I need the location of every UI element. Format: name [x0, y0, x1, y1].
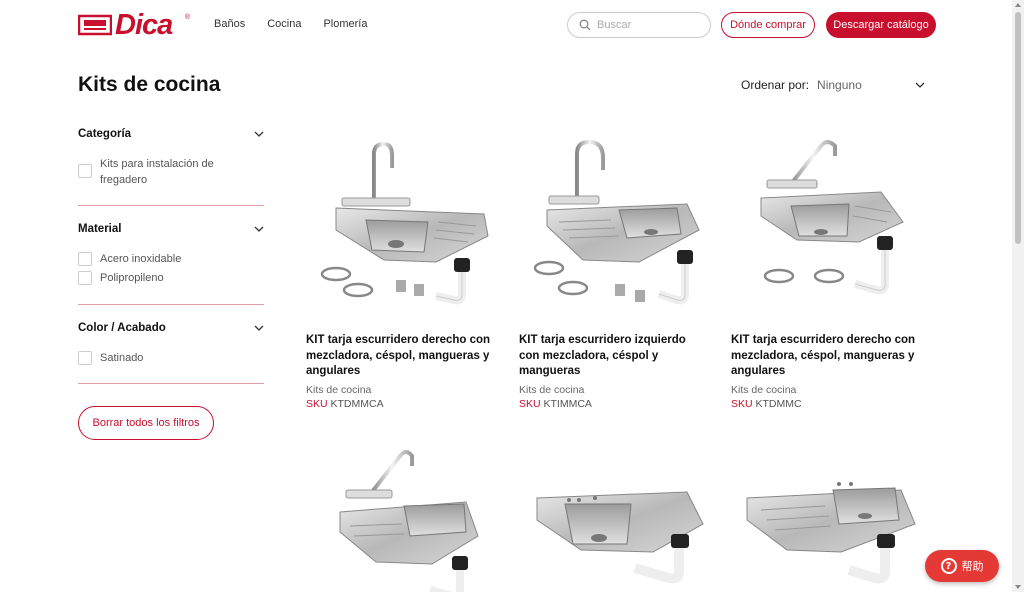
scroll-up-arrow-icon[interactable] — [1015, 3, 1021, 7]
sku-label: SKU — [731, 397, 753, 410]
filter-option[interactable]: Polipropileno — [78, 270, 264, 286]
filter-option[interactable]: Acero inoxidable — [78, 251, 264, 267]
where-to-buy-button[interactable]: Dónde comprar — [721, 12, 815, 38]
logo-text: Dica — [115, 9, 173, 41]
sku-value: KTDMMC — [755, 397, 802, 410]
product-name[interactable]: KIT tarja escurridero derecho con mezcla… — [306, 333, 496, 380]
product-image[interactable] — [731, 134, 921, 314]
filter-header-categoria[interactable]: Categoría — [78, 126, 264, 142]
filter-option[interactable]: Kits para instalación de fregadero — [78, 156, 264, 188]
filter-option-label: Satinado — [100, 352, 144, 364]
checkbox[interactable] — [78, 164, 92, 178]
filter-option-label: Acero inoxidable — [100, 253, 182, 265]
filter-color-acabado: Color / Acabado Satinado — [78, 320, 264, 366]
product-name[interactable]: KIT tarja escurridero derecho con mezcla… — [731, 333, 921, 380]
help-button[interactable]: ? 帮助 — [925, 550, 999, 582]
product-card[interactable] — [306, 440, 496, 592]
logo-sink-icon — [78, 14, 112, 36]
search-icon — [579, 19, 591, 31]
product-image[interactable] — [519, 134, 709, 314]
product-sku: SKU KTDMMC — [731, 398, 921, 410]
chevron-down-icon[interactable] — [915, 82, 925, 88]
divider — [78, 304, 264, 305]
nav-item-banos[interactable]: Baños — [214, 18, 245, 30]
sku-label: SKU — [306, 397, 328, 410]
sku-value: KTDMMCA — [330, 397, 384, 410]
divider — [78, 383, 264, 384]
product-card[interactable] — [731, 440, 921, 592]
question-icon: ? — [940, 558, 957, 574]
product-sku: SKU KTIMMCA — [519, 398, 709, 410]
site-header: Dica ® Baños Cocina Plomería Dónde compr… — [0, 0, 1012, 50]
checkbox[interactable] — [78, 271, 92, 285]
chevron-down-icon[interactable] — [254, 131, 264, 137]
logo-registered-mark: ® — [184, 14, 190, 21]
product-category: Kits de cocina — [519, 383, 585, 396]
product-image[interactable] — [306, 440, 496, 592]
main-nav: Baños Cocina Plomería — [214, 18, 367, 30]
sku-value: KTIMMCA — [543, 397, 592, 410]
product-image[interactable] — [306, 134, 496, 314]
nav-item-plomeria[interactable]: Plomería — [323, 18, 367, 30]
checkbox[interactable] — [78, 252, 92, 266]
product-category: Kits de cocina — [306, 383, 372, 396]
product-image[interactable] — [519, 440, 709, 592]
nav-item-cocina[interactable]: Cocina — [267, 18, 301, 30]
filter-option[interactable]: Satinado — [78, 350, 264, 366]
download-catalog-button[interactable]: Descargar catálogo — [826, 12, 936, 38]
product-category: Kits de cocina — [731, 383, 797, 396]
sort-value[interactable]: Ninguno — [817, 78, 915, 92]
product-card[interactable]: KIT tarja escurridero izquierdo con mezc… — [519, 134, 709, 410]
filter-header-color[interactable]: Color / Acabado — [78, 320, 264, 336]
chevron-down-icon[interactable] — [254, 325, 264, 331]
filter-title: Categoría — [78, 128, 132, 140]
product-sku: SKU KTDMMCA — [306, 398, 496, 410]
filter-categoria: Categoría Kits para instalación de frega… — [78, 126, 264, 188]
scroll-down-arrow-icon[interactable] — [1015, 585, 1021, 589]
filter-header-material[interactable]: Material — [78, 221, 264, 237]
chevron-down-icon[interactable] — [254, 226, 264, 232]
page-scrollbar[interactable] — [1012, 0, 1024, 592]
page-title: Kits de cocina — [78, 73, 221, 96]
help-label: 帮助 — [961, 560, 984, 573]
product-name[interactable]: KIT tarja escurridero izquierdo con mezc… — [519, 333, 709, 380]
filter-title: Material — [78, 223, 122, 235]
clear-filters-button[interactable]: Borrar todos los filtros — [78, 406, 214, 440]
checkbox[interactable] — [78, 351, 92, 365]
filter-option-label: Polipropileno — [100, 272, 164, 284]
sku-label: SKU — [519, 397, 541, 410]
search-box[interactable] — [567, 12, 711, 38]
search-input[interactable] — [597, 19, 697, 31]
product-card[interactable]: KIT tarja escurridero derecho con mezcla… — [731, 134, 921, 410]
product-card[interactable] — [519, 440, 709, 592]
product-image[interactable] — [731, 440, 921, 592]
filter-title: Color / Acabado — [78, 322, 166, 334]
sort-dropdown[interactable]: Ordenar por: Ninguno — [741, 78, 925, 92]
filter-option-label: Kits para instalación de fregadero — [100, 158, 214, 186]
dica-logo[interactable]: Dica ® — [78, 9, 190, 41]
sort-label: Ordenar por: — [741, 78, 810, 92]
divider — [78, 205, 264, 206]
product-card[interactable]: KIT tarja escurridero derecho con mezcla… — [306, 134, 496, 410]
filter-material: Material Acero inoxidable Polipropileno — [78, 221, 264, 286]
scroll-thumb[interactable] — [1015, 12, 1021, 244]
